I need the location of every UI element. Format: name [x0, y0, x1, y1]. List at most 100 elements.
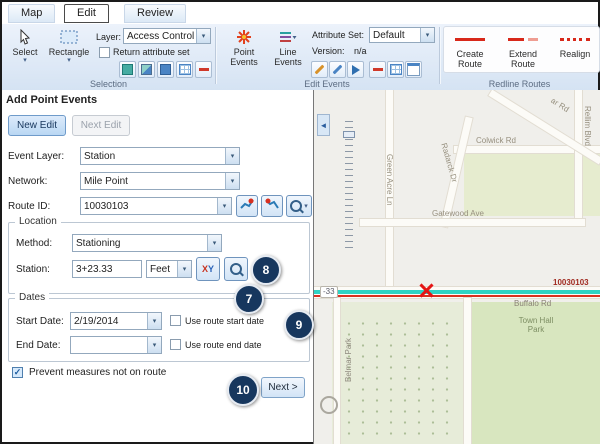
ribbon: Select ▾ Rectangle ▾ Layer: Access Contr…	[2, 24, 598, 91]
zoom-slider-handle[interactable]	[343, 131, 355, 138]
callout-10: 10	[227, 374, 259, 406]
use-route-start-date-checkbox[interactable]	[170, 315, 181, 326]
road-label: Buffalo Rd	[514, 299, 551, 308]
panel-collapse-button[interactable]: ◄	[317, 114, 330, 136]
road-label: Green Acre Ln	[385, 154, 394, 206]
extend-route-button[interactable]: Extend Route	[498, 29, 548, 69]
station-input[interactable]	[72, 260, 142, 278]
chevron-down-icon: ▾	[23, 57, 27, 64]
start-date-field[interactable]: 2/19/2014 ▾	[70, 312, 162, 330]
selection-mini-icon-4[interactable]	[176, 61, 193, 78]
road-label: ar Rd	[549, 96, 570, 114]
line-events-button[interactable]: Line Events	[268, 27, 308, 67]
use-route-end-date-label: Use route end date	[185, 340, 262, 350]
gatewood-ave-road	[360, 219, 585, 226]
zoom-slider-ticks	[345, 121, 353, 253]
route-id-combobox[interactable]: 10030103 ▾	[80, 197, 232, 215]
version-value: n/a	[354, 46, 367, 56]
create-route-line-icon	[455, 29, 485, 49]
rectangle-marquee-icon	[60, 27, 78, 47]
callout-9: 9	[284, 310, 314, 340]
prevent-measures-label: Prevent measures not on route	[29, 367, 166, 378]
event-layer-label: Event Layer:	[8, 151, 64, 162]
dates-legend: Dates	[15, 292, 49, 303]
chevron-down-icon: ▾	[225, 148, 239, 164]
selected-route-highlight	[314, 290, 600, 294]
route-locate-icon	[265, 197, 279, 216]
location-legend: Location	[15, 216, 61, 227]
station-label: Station:	[16, 264, 50, 275]
edit-mini-icon-2[interactable]	[329, 61, 346, 78]
edit-mini-icon-6[interactable]	[405, 61, 422, 78]
next-button[interactable]: Next >	[261, 377, 305, 398]
line-events-icon	[279, 27, 297, 47]
selection-mini-icon-1[interactable]	[119, 61, 136, 78]
selection-mini-icon-5[interactable]	[195, 61, 212, 78]
new-edit-button[interactable]: New Edit	[8, 115, 66, 136]
station-tick-chip: -33	[320, 286, 338, 298]
tab-map[interactable]: Map	[8, 4, 55, 23]
wetland-symbols	[342, 318, 457, 438]
prevent-measures-checkbox[interactable]: ✓	[12, 367, 23, 378]
method-dropdown[interactable]: Stationing ▾	[72, 234, 222, 252]
rectangle-select-button[interactable]: Rectangle ▾	[46, 27, 92, 64]
locate-route-button[interactable]	[261, 195, 283, 217]
tab-review[interactable]: Review	[124, 4, 186, 23]
station-zoom-button[interactable]	[224, 257, 248, 281]
tab-edit[interactable]: Edit	[64, 4, 109, 23]
use-route-start-date-label: Use route start date	[185, 316, 264, 326]
event-editor-window: Map Edit Review Select ▾ Rectangle ▾ Lay…	[0, 0, 600, 444]
map-canvas[interactable]: ar Rd Colwick Rd Rellim Blvd Radarck Dr …	[313, 90, 600, 444]
edit-mini-icon-1[interactable]	[311, 61, 328, 78]
ribbon-tabbar: Map Edit Review	[2, 2, 598, 24]
edit-mini-icon-5[interactable]	[387, 61, 404, 78]
attribute-set-dropdown[interactable]: Default ▾	[369, 27, 435, 43]
point-events-button[interactable]: Point Events	[222, 27, 266, 67]
start-date-label: Start Date:	[16, 316, 64, 327]
group-divider	[215, 27, 217, 84]
callout-8: 8	[251, 255, 281, 285]
chevron-down-icon: ▾	[177, 261, 191, 277]
magnifier-icon	[230, 263, 242, 275]
selection-mini-icon-3[interactable]	[157, 61, 174, 78]
xy-coordinates-button[interactable]: XY	[196, 257, 220, 281]
xy-icon: XY	[202, 265, 214, 274]
use-route-end-date-checkbox[interactable]	[170, 339, 181, 350]
zoom-slider[interactable]	[343, 121, 355, 253]
end-date-field[interactable]: ▾	[70, 336, 162, 354]
park-label: Town Hall Park	[510, 316, 562, 334]
chevron-down-icon: ▾	[67, 57, 71, 64]
group-divider	[439, 27, 441, 84]
selection-mini-icon-2[interactable]	[138, 61, 155, 78]
select-button[interactable]: Select ▾	[6, 27, 44, 64]
chevron-down-icon: ▾	[225, 173, 239, 189]
route-search-split-button[interactable]: ▾	[286, 195, 312, 217]
road-label: Rellim Blvd	[583, 106, 592, 146]
callout-7: 7	[234, 284, 264, 314]
park-boundary-road	[464, 298, 471, 444]
select-route-on-map-button[interactable]	[236, 195, 258, 217]
route-redline	[314, 295, 600, 297]
edit-mini-icon-4[interactable]	[369, 61, 386, 78]
point-events-starburst-icon	[236, 27, 252, 47]
rellim-blvd-road	[575, 90, 582, 226]
check-icon: ✓	[14, 367, 22, 377]
route-id-label: Route ID:	[8, 201, 50, 212]
create-route-button[interactable]: Create Route	[446, 29, 494, 69]
park-label: Belmar Park	[344, 338, 353, 382]
layer-dropdown[interactable]: Access Control ▾	[123, 28, 211, 44]
chevron-down-icon: ▾	[304, 203, 308, 210]
edit-mini-icon-3[interactable]	[347, 61, 364, 78]
realign-route-button[interactable]: Realign	[552, 29, 598, 59]
magnifier-icon	[290, 200, 302, 212]
redline-routes-group-label: Redline Routes	[439, 79, 600, 89]
chevron-down-icon: ▾	[420, 28, 434, 42]
network-dropdown[interactable]: Mile Point ▾	[80, 172, 240, 190]
next-edit-button[interactable]: Next Edit	[72, 115, 130, 136]
units-dropdown[interactable]: Feet ▾	[146, 260, 192, 278]
method-label: Method:	[16, 238, 52, 249]
event-layer-dropdown[interactable]: Station ▾	[80, 147, 240, 165]
return-attribute-set-checkbox[interactable]	[99, 47, 110, 58]
end-date-label: End Date:	[16, 340, 60, 351]
chevron-down-icon: ▾	[147, 337, 161, 353]
